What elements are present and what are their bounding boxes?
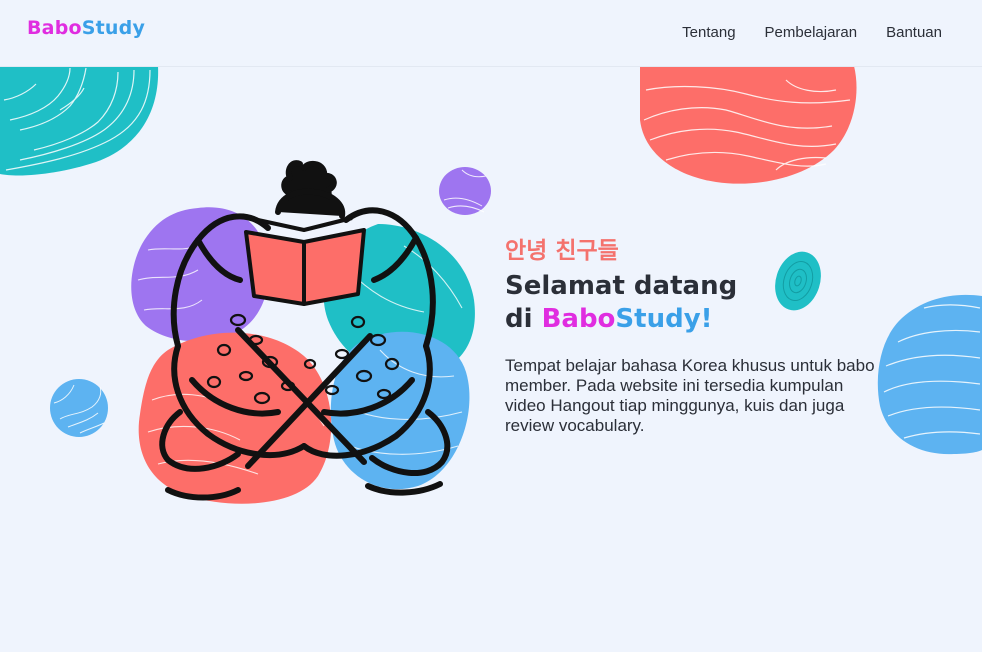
brand-logo-part1: Babo	[27, 17, 82, 39]
nav-links: Tentang Pembelajaran Bantuan	[682, 24, 942, 41]
hero-brand-part1: Babo	[541, 304, 616, 334]
hero-description: Tempat belajar bahasa Korea khusus untuk…	[505, 356, 875, 435]
hero-text: 안녕 친구들 Selamat datang di BaboStudy! Temp…	[505, 236, 885, 436]
hero-title-prefix: di	[505, 304, 542, 334]
nav-link-bantuan[interactable]: Bantuan	[886, 24, 942, 41]
hero-title-line1: Selamat datang	[505, 271, 738, 301]
hero-headline: Selamat datang di BaboStudy!	[505, 270, 885, 336]
navbar: BaboStudy Tentang Pembelajaran Bantuan	[0, 0, 982, 67]
person-reading-book-illustration	[131, 160, 475, 504]
hero-brand-suffix: !	[700, 304, 713, 334]
blue-blob-right	[877, 294, 982, 455]
coral-blob-top-right	[640, 66, 857, 184]
nav-link-tentang[interactable]: Tentang	[682, 24, 735, 41]
brand-logo-part2: Study	[81, 17, 146, 39]
hero-greeting: 안녕 친구들	[505, 238, 619, 264]
nav-link-pembelajaran[interactable]: Pembelajaran	[765, 24, 858, 41]
blue-blob-small-left	[50, 379, 108, 437]
hero-brand-part2: Study	[615, 304, 701, 334]
brand-logo[interactable]: BaboStudy	[27, 17, 145, 39]
